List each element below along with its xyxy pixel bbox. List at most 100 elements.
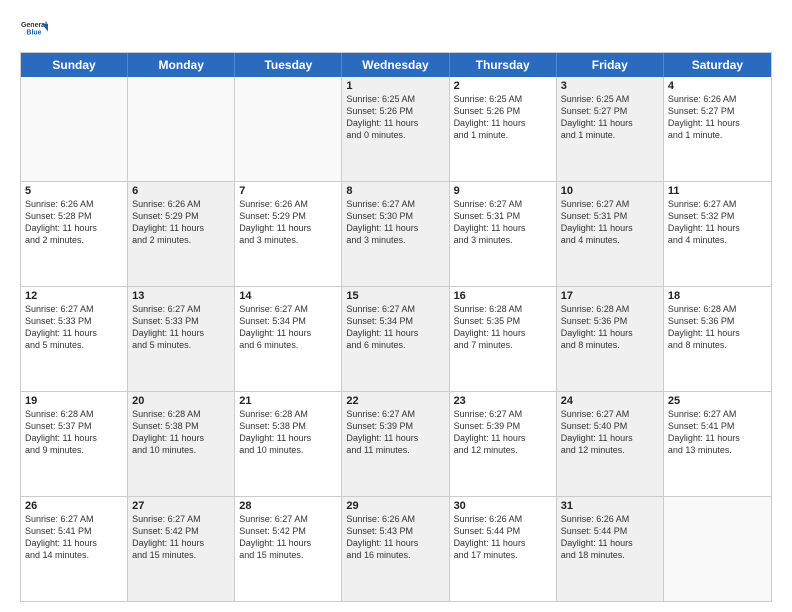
cell-info: Sunrise: 6:27 AMSunset: 5:42 PMDaylight:… <box>239 513 337 562</box>
cell-info: Sunrise: 6:26 AMSunset: 5:29 PMDaylight:… <box>132 198 230 247</box>
page: General Blue SundayMondayTuesdayWednesda… <box>0 0 792 612</box>
header: General Blue <box>20 16 772 44</box>
header-day-thursday: Thursday <box>450 53 557 77</box>
cell-info: Sunrise: 6:28 AMSunset: 5:36 PMDaylight:… <box>668 303 767 352</box>
cal-cell-1-6: 11Sunrise: 6:27 AMSunset: 5:32 PMDayligh… <box>664 182 771 286</box>
day-number: 3 <box>561 80 659 92</box>
cal-cell-2-6: 18Sunrise: 6:28 AMSunset: 5:36 PMDayligh… <box>664 287 771 391</box>
cal-cell-1-0: 5Sunrise: 6:26 AMSunset: 5:28 PMDaylight… <box>21 182 128 286</box>
cell-info: Sunrise: 6:27 AMSunset: 5:41 PMDaylight:… <box>25 513 123 562</box>
logo: General Blue <box>20 16 52 44</box>
cal-cell-0-4: 2Sunrise: 6:25 AMSunset: 5:26 PMDaylight… <box>450 77 557 181</box>
cal-cell-1-1: 6Sunrise: 6:26 AMSunset: 5:29 PMDaylight… <box>128 182 235 286</box>
cell-info: Sunrise: 6:27 AMSunset: 5:32 PMDaylight:… <box>668 198 767 247</box>
day-number: 6 <box>132 185 230 197</box>
cal-cell-2-5: 17Sunrise: 6:28 AMSunset: 5:36 PMDayligh… <box>557 287 664 391</box>
cal-cell-4-2: 28Sunrise: 6:27 AMSunset: 5:42 PMDayligh… <box>235 497 342 601</box>
logo-icon: General Blue <box>20 16 48 44</box>
cell-info: Sunrise: 6:27 AMSunset: 5:34 PMDaylight:… <box>239 303 337 352</box>
cal-cell-3-3: 22Sunrise: 6:27 AMSunset: 5:39 PMDayligh… <box>342 392 449 496</box>
cal-cell-2-4: 16Sunrise: 6:28 AMSunset: 5:35 PMDayligh… <box>450 287 557 391</box>
day-number: 19 <box>25 395 123 407</box>
day-number: 7 <box>239 185 337 197</box>
cal-cell-3-4: 23Sunrise: 6:27 AMSunset: 5:39 PMDayligh… <box>450 392 557 496</box>
calendar-body: 1Sunrise: 6:25 AMSunset: 5:26 PMDaylight… <box>21 77 771 601</box>
cal-cell-2-3: 15Sunrise: 6:27 AMSunset: 5:34 PMDayligh… <box>342 287 449 391</box>
calendar-row-3: 19Sunrise: 6:28 AMSunset: 5:37 PMDayligh… <box>21 391 771 496</box>
cell-info: Sunrise: 6:26 AMSunset: 5:44 PMDaylight:… <box>454 513 552 562</box>
day-number: 13 <box>132 290 230 302</box>
cell-info: Sunrise: 6:27 AMSunset: 5:33 PMDaylight:… <box>25 303 123 352</box>
cal-cell-1-2: 7Sunrise: 6:26 AMSunset: 5:29 PMDaylight… <box>235 182 342 286</box>
day-number: 24 <box>561 395 659 407</box>
cell-info: Sunrise: 6:27 AMSunset: 5:31 PMDaylight:… <box>454 198 552 247</box>
calendar-row-2: 12Sunrise: 6:27 AMSunset: 5:33 PMDayligh… <box>21 286 771 391</box>
cell-info: Sunrise: 6:27 AMSunset: 5:40 PMDaylight:… <box>561 408 659 457</box>
cal-cell-0-0 <box>21 77 128 181</box>
cal-cell-4-3: 29Sunrise: 6:26 AMSunset: 5:43 PMDayligh… <box>342 497 449 601</box>
cal-cell-3-0: 19Sunrise: 6:28 AMSunset: 5:37 PMDayligh… <box>21 392 128 496</box>
cal-cell-0-5: 3Sunrise: 6:25 AMSunset: 5:27 PMDaylight… <box>557 77 664 181</box>
day-number: 4 <box>668 80 767 92</box>
header-day-saturday: Saturday <box>664 53 771 77</box>
header-day-friday: Friday <box>557 53 664 77</box>
day-number: 5 <box>25 185 123 197</box>
cell-info: Sunrise: 6:26 AMSunset: 5:27 PMDaylight:… <box>668 93 767 142</box>
cell-info: Sunrise: 6:28 AMSunset: 5:38 PMDaylight:… <box>239 408 337 457</box>
cal-cell-0-2 <box>235 77 342 181</box>
cell-info: Sunrise: 6:26 AMSunset: 5:29 PMDaylight:… <box>239 198 337 247</box>
cell-info: Sunrise: 6:28 AMSunset: 5:38 PMDaylight:… <box>132 408 230 457</box>
day-number: 31 <box>561 500 659 512</box>
svg-text:Blue: Blue <box>26 30 41 37</box>
day-number: 21 <box>239 395 337 407</box>
cal-cell-1-3: 8Sunrise: 6:27 AMSunset: 5:30 PMDaylight… <box>342 182 449 286</box>
day-number: 8 <box>346 185 444 197</box>
cal-cell-0-1 <box>128 77 235 181</box>
cell-info: Sunrise: 6:27 AMSunset: 5:42 PMDaylight:… <box>132 513 230 562</box>
cal-cell-4-0: 26Sunrise: 6:27 AMSunset: 5:41 PMDayligh… <box>21 497 128 601</box>
day-number: 22 <box>346 395 444 407</box>
day-number: 25 <box>668 395 767 407</box>
cell-info: Sunrise: 6:28 AMSunset: 5:37 PMDaylight:… <box>25 408 123 457</box>
cal-cell-2-2: 14Sunrise: 6:27 AMSunset: 5:34 PMDayligh… <box>235 287 342 391</box>
cell-info: Sunrise: 6:26 AMSunset: 5:44 PMDaylight:… <box>561 513 659 562</box>
calendar: SundayMondayTuesdayWednesdayThursdayFrid… <box>20 52 772 602</box>
day-number: 15 <box>346 290 444 302</box>
header-day-sunday: Sunday <box>21 53 128 77</box>
cell-info: Sunrise: 6:25 AMSunset: 5:26 PMDaylight:… <box>346 93 444 142</box>
header-day-monday: Monday <box>128 53 235 77</box>
cal-cell-3-1: 20Sunrise: 6:28 AMSunset: 5:38 PMDayligh… <box>128 392 235 496</box>
day-number: 30 <box>454 500 552 512</box>
day-number: 29 <box>346 500 444 512</box>
cal-cell-4-1: 27Sunrise: 6:27 AMSunset: 5:42 PMDayligh… <box>128 497 235 601</box>
cell-info: Sunrise: 6:25 AMSunset: 5:26 PMDaylight:… <box>454 93 552 142</box>
cell-info: Sunrise: 6:28 AMSunset: 5:36 PMDaylight:… <box>561 303 659 352</box>
cell-info: Sunrise: 6:27 AMSunset: 5:39 PMDaylight:… <box>346 408 444 457</box>
day-number: 26 <box>25 500 123 512</box>
day-number: 14 <box>239 290 337 302</box>
calendar-header: SundayMondayTuesdayWednesdayThursdayFrid… <box>21 53 771 77</box>
cal-cell-4-4: 30Sunrise: 6:26 AMSunset: 5:44 PMDayligh… <box>450 497 557 601</box>
cal-cell-0-3: 1Sunrise: 6:25 AMSunset: 5:26 PMDaylight… <box>342 77 449 181</box>
day-number: 2 <box>454 80 552 92</box>
day-number: 27 <box>132 500 230 512</box>
cal-cell-1-4: 9Sunrise: 6:27 AMSunset: 5:31 PMDaylight… <box>450 182 557 286</box>
cell-info: Sunrise: 6:28 AMSunset: 5:35 PMDaylight:… <box>454 303 552 352</box>
calendar-row-1: 5Sunrise: 6:26 AMSunset: 5:28 PMDaylight… <box>21 181 771 286</box>
calendar-row-4: 26Sunrise: 6:27 AMSunset: 5:41 PMDayligh… <box>21 496 771 601</box>
header-day-wednesday: Wednesday <box>342 53 449 77</box>
day-number: 10 <box>561 185 659 197</box>
cell-info: Sunrise: 6:27 AMSunset: 5:33 PMDaylight:… <box>132 303 230 352</box>
day-number: 9 <box>454 185 552 197</box>
cal-cell-0-6: 4Sunrise: 6:26 AMSunset: 5:27 PMDaylight… <box>664 77 771 181</box>
day-number: 12 <box>25 290 123 302</box>
cell-info: Sunrise: 6:27 AMSunset: 5:31 PMDaylight:… <box>561 198 659 247</box>
cal-cell-4-5: 31Sunrise: 6:26 AMSunset: 5:44 PMDayligh… <box>557 497 664 601</box>
day-number: 18 <box>668 290 767 302</box>
cal-cell-1-5: 10Sunrise: 6:27 AMSunset: 5:31 PMDayligh… <box>557 182 664 286</box>
cell-info: Sunrise: 6:25 AMSunset: 5:27 PMDaylight:… <box>561 93 659 142</box>
day-number: 28 <box>239 500 337 512</box>
cal-cell-3-2: 21Sunrise: 6:28 AMSunset: 5:38 PMDayligh… <box>235 392 342 496</box>
day-number: 16 <box>454 290 552 302</box>
header-day-tuesday: Tuesday <box>235 53 342 77</box>
